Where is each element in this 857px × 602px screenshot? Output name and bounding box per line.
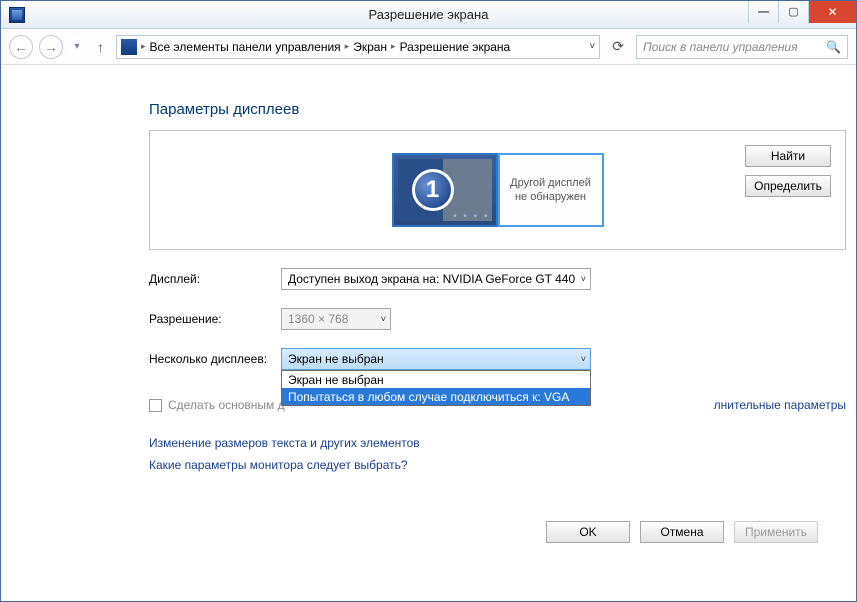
- find-button[interactable]: Найти: [745, 145, 831, 167]
- multiple-displays-label: Несколько дисплеев:: [149, 352, 281, 366]
- display-row: Дисплей: Доступен выход экрана на: NVIDI…: [149, 268, 846, 290]
- nav-back-button[interactable]: ←: [9, 35, 33, 59]
- resolution-select[interactable]: 1360 × 768 ˅: [281, 308, 391, 330]
- resolution-label: Разрешение:: [149, 312, 281, 326]
- breadcrumb[interactable]: ▸ Все элементы панели управления ▸ Экран…: [116, 35, 600, 59]
- system-icon: [9, 7, 25, 23]
- ok-button[interactable]: OK: [546, 521, 630, 543]
- breadcrumb-leaf[interactable]: Разрешение экрана: [400, 40, 511, 54]
- titlebar: Разрешение экрана: [1, 1, 856, 29]
- chevron-right-icon: ▸: [391, 41, 396, 52]
- which-params-link[interactable]: Какие параметры монитора следует выбрать…: [149, 458, 846, 472]
- resolution-row: Разрешение: 1360 × 768 ˅: [149, 308, 846, 330]
- resize-text-link[interactable]: Изменение размеров текста и других элеме…: [149, 436, 846, 450]
- monitor-1[interactable]: 1 • • • •: [392, 153, 498, 227]
- display-label: Дисплей:: [149, 272, 281, 286]
- cancel-button[interactable]: Отмена: [640, 521, 724, 543]
- navbar: ← → ▾ ↑ ▸ Все элементы панели управления…: [1, 29, 856, 65]
- dropdown-option-1[interactable]: Попытаться в любом случае подключиться к…: [282, 388, 590, 405]
- display-preview: 1 • • • • Другой дисплей не обнаружен На…: [149, 130, 846, 250]
- multiple-displays-dropdown: Экран не выбран Попытаться в любом случа…: [281, 370, 591, 406]
- make-primary-checkbox[interactable]: [149, 399, 162, 412]
- identify-button[interactable]: Определить: [745, 175, 831, 197]
- dropdown-option-0[interactable]: Экран не выбран: [282, 371, 590, 388]
- nav-history-dropdown[interactable]: ▾: [69, 38, 85, 56]
- chevron-right-icon: ▸: [141, 41, 146, 52]
- action-bar: OK Отмена Применить: [546, 521, 818, 543]
- maximize-button[interactable]: [778, 1, 808, 23]
- chevron-down-icon: ˅: [581, 274, 586, 284]
- monitor-icon: [121, 39, 137, 55]
- chevron-down-icon: ˅: [381, 314, 386, 324]
- breadcrumb-mid[interactable]: Экран: [353, 40, 387, 54]
- minimize-button[interactable]: [748, 1, 778, 23]
- monitor-dots-icon: • • • •: [453, 211, 489, 222]
- page-heading: Параметры дисплеев: [149, 101, 846, 118]
- nav-forward-button[interactable]: →: [39, 35, 63, 59]
- close-button[interactable]: [808, 1, 856, 23]
- nav-up-button[interactable]: ↑: [97, 39, 104, 55]
- breadcrumb-dropdown-icon[interactable]: ˅: [589, 41, 595, 52]
- help-links: Изменение размеров текста и других элеме…: [149, 436, 846, 472]
- search-icon: 🔍: [826, 40, 841, 54]
- search-placeholder: Поиск в панели управления: [643, 40, 798, 54]
- window-title: Разрешение экрана: [369, 7, 489, 22]
- advanced-params-link[interactable]: лнительные параметры: [714, 398, 846, 412]
- window-root: Разрешение экрана ← → ▾ ↑ ▸ Все элементы…: [0, 0, 857, 602]
- refresh-button[interactable]: ⟳: [612, 38, 624, 55]
- content: Параметры дисплеев 1 • • • • Другой дисп…: [1, 65, 856, 601]
- make-primary-label: Сделать основным д: [168, 398, 285, 412]
- chevron-right-icon: ▸: [345, 41, 350, 52]
- chevron-down-icon: ˅: [581, 354, 586, 364]
- display-select[interactable]: Доступен выход экрана на: NVIDIA GeForce…: [281, 268, 591, 290]
- search-input[interactable]: Поиск в панели управления 🔍: [636, 35, 848, 59]
- multiple-displays-row: Несколько дисплеев: Экран не выбран ˅ Эк…: [149, 348, 846, 370]
- apply-button[interactable]: Применить: [734, 521, 818, 543]
- window-buttons: [748, 1, 856, 23]
- monitor-number-badge: 1: [412, 169, 454, 211]
- monitor-undetected[interactable]: Другой дисплей не обнаружен: [498, 153, 604, 227]
- multiple-displays-select[interactable]: Экран не выбран ˅ Экран не выбран Попыта…: [281, 348, 591, 370]
- breadcrumb-root[interactable]: Все элементы панели управления: [150, 40, 341, 54]
